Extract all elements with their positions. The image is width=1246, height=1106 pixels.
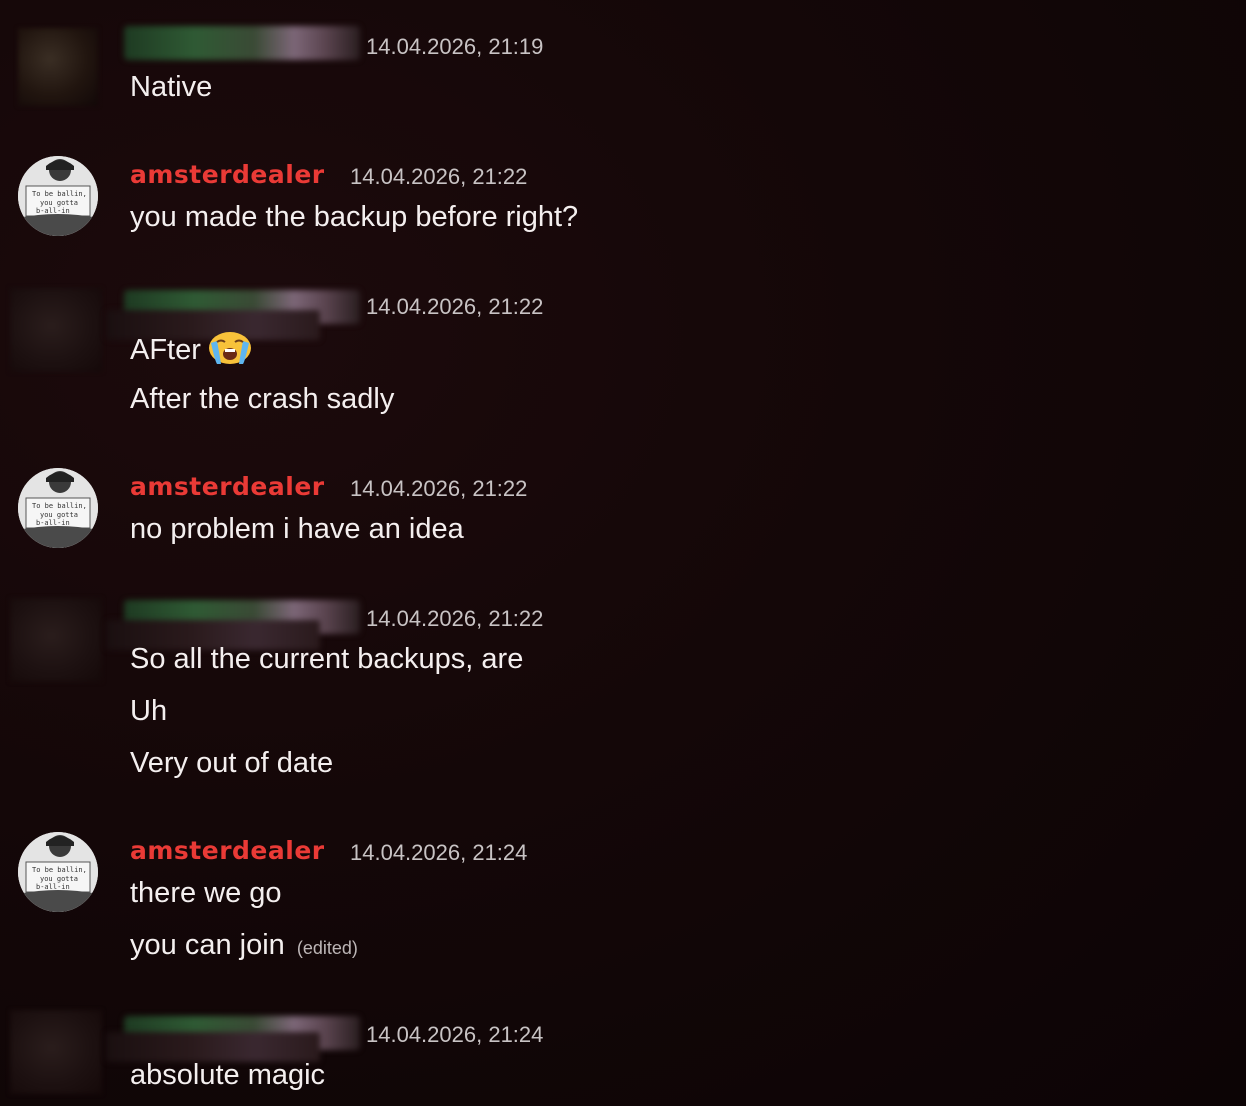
message-text-content: you can join bbox=[130, 929, 285, 961]
message-text: After the crash sadly bbox=[130, 383, 395, 415]
svg-text:To be ballin,: To be ballin, bbox=[32, 866, 87, 874]
author-name-redacted[interactable] bbox=[124, 26, 360, 60]
message-text: AFter bbox=[130, 331, 253, 373]
edited-label: (edited) bbox=[296, 938, 358, 958]
avatar[interactable]: To be ballin, you gotta b-all-in bbox=[18, 156, 98, 236]
avatar[interactable]: To be ballin, you gotta b-all-in bbox=[18, 832, 98, 912]
timestamp: 14.04.2026, 21:22 bbox=[350, 164, 528, 189]
avatar-image: To be ballin, you gotta b-all-in bbox=[18, 156, 98, 236]
avatar[interactable] bbox=[10, 598, 102, 682]
timestamp: 14.04.2026, 21:19 bbox=[366, 34, 544, 59]
svg-text:To be ballin,: To be ballin, bbox=[32, 190, 87, 198]
author-name[interactable]: amsterdealer bbox=[130, 836, 325, 865]
timestamp: 14.04.2026, 21:22 bbox=[366, 606, 544, 631]
message-text: Very out of date bbox=[130, 747, 334, 779]
timestamp: 14.04.2026, 21:22 bbox=[366, 294, 544, 319]
avatar[interactable]: To be ballin, you gotta b-all-in bbox=[18, 468, 98, 548]
svg-text:b-all-in: b-all-in bbox=[36, 883, 70, 891]
avatar-image: To be ballin, you gotta b-all-in bbox=[18, 468, 98, 548]
message-text: there we go bbox=[130, 877, 282, 909]
avatar[interactable] bbox=[10, 1010, 102, 1094]
loudly-crying-face-emoji bbox=[207, 331, 253, 373]
avatar[interactable] bbox=[10, 288, 102, 372]
author-tag-redacted bbox=[106, 1032, 320, 1062]
message-text: you made the backup before right? bbox=[130, 201, 579, 233]
avatar[interactable] bbox=[18, 28, 98, 106]
svg-text:you gotta: you gotta bbox=[40, 511, 78, 519]
avatar-image: To be ballin, you gotta b-all-in bbox=[18, 832, 98, 912]
svg-text:b-all-in: b-all-in bbox=[36, 207, 70, 215]
message-text: Uh bbox=[130, 695, 168, 727]
message-text: you can join (edited) bbox=[130, 929, 358, 962]
message-text-content: AFter bbox=[130, 334, 201, 366]
message-text: absolute magic bbox=[130, 1059, 326, 1091]
svg-text:you gotta: you gotta bbox=[40, 199, 78, 207]
author-name[interactable]: amsterdealer bbox=[130, 472, 325, 501]
author-name[interactable]: amsterdealer bbox=[130, 160, 325, 189]
timestamp: 14.04.2026, 21:24 bbox=[350, 840, 528, 865]
svg-text:b-all-in: b-all-in bbox=[36, 519, 70, 527]
message-text: no problem i have an idea bbox=[130, 513, 464, 545]
svg-text:To be ballin,: To be ballin, bbox=[32, 502, 87, 510]
svg-text:you gotta: you gotta bbox=[40, 875, 78, 883]
message-text: Native bbox=[130, 71, 213, 103]
timestamp: 14.04.2026, 21:24 bbox=[366, 1022, 544, 1047]
timestamp: 14.04.2026, 21:22 bbox=[350, 476, 528, 501]
message-text: So all the current backups, are bbox=[130, 643, 524, 675]
